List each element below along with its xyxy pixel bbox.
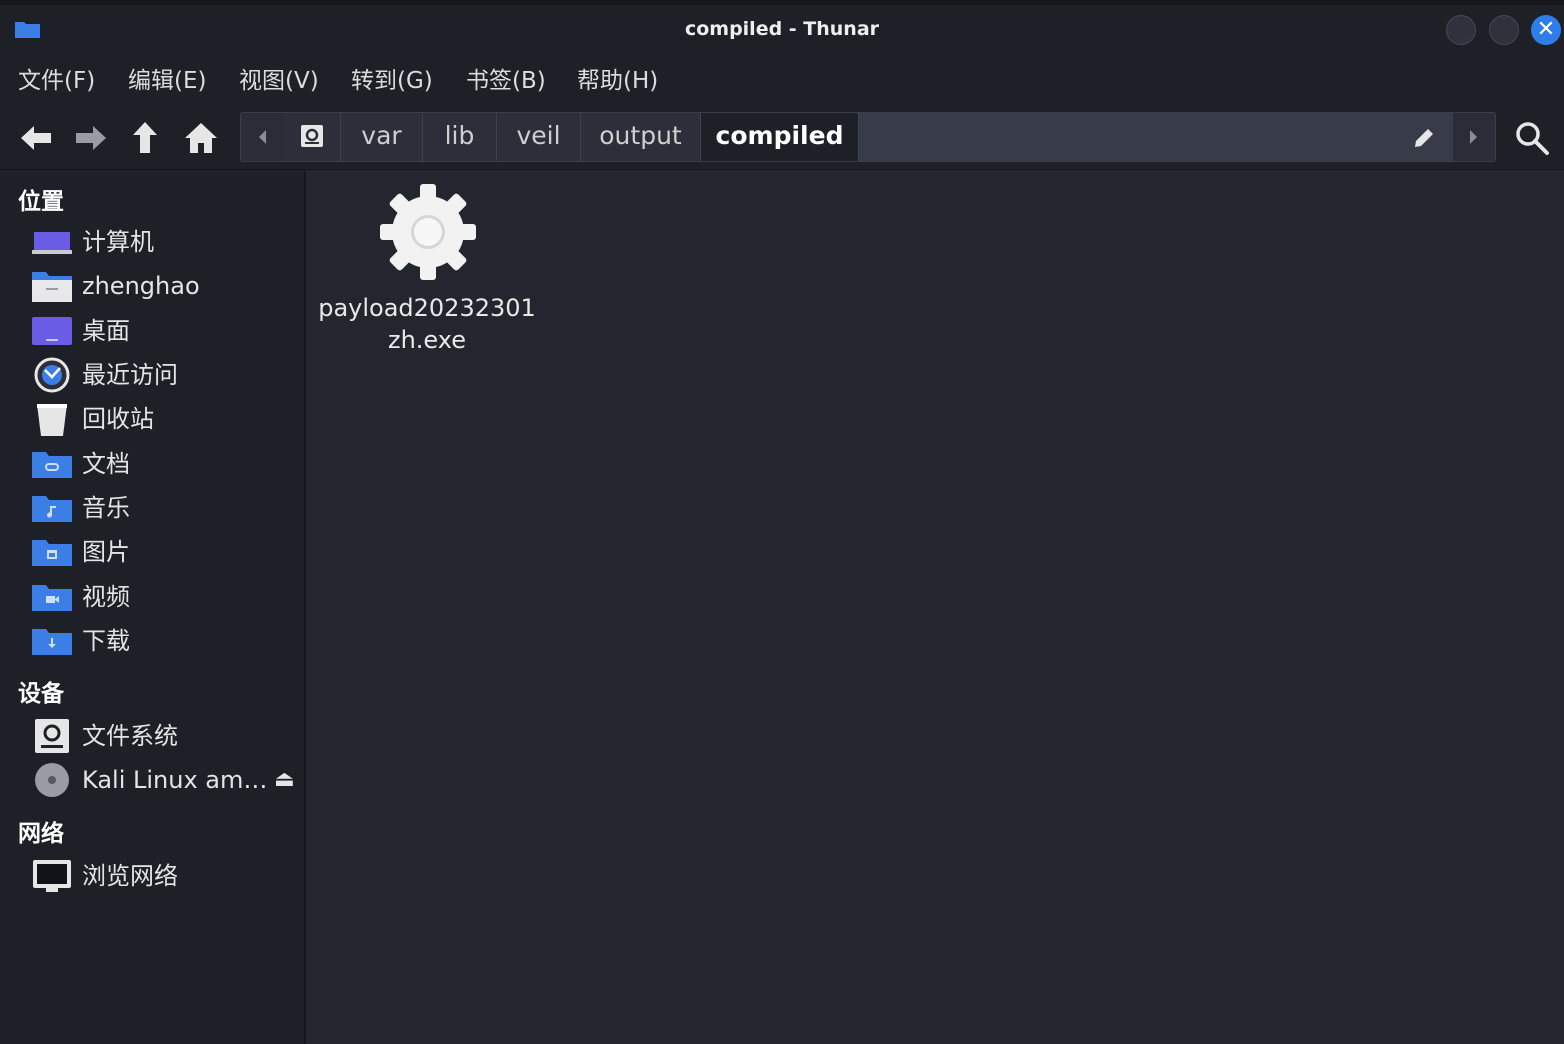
menu-go[interactable]: 转到(G) — [351, 58, 433, 106]
filesystem-root-button[interactable] — [285, 113, 341, 161]
sidebar-item-pictures[interactable]: 图片 — [0, 532, 304, 572]
forward-arrow-icon[interactable] — [71, 118, 111, 158]
edit-pencil-icon[interactable] — [1411, 125, 1437, 151]
close-button[interactable]: ✕ — [1531, 15, 1561, 45]
crumb-var[interactable]: var — [341, 113, 423, 161]
filesystem-drive-icon — [35, 719, 69, 753]
sidebar-item-home[interactable]: zhenghao — [0, 266, 304, 306]
home-folder-icon — [32, 272, 72, 302]
title-bar: compiled - Thunar ✕ — [0, 0, 1564, 58]
videos-folder-icon — [32, 585, 72, 611]
executable-gear-icon — [380, 184, 476, 280]
file-item[interactable]: payload20232301zh.exe — [316, 182, 538, 362]
sidebar-item-kali-disc[interactable]: Kali Linux am… ⏏ — [0, 760, 304, 800]
menu-bookmarks[interactable]: 书签(B) — [466, 58, 546, 106]
recent-clock-icon — [34, 357, 70, 393]
downloads-folder-icon — [32, 629, 72, 655]
sidebar-item-documents[interactable]: 文档 — [0, 444, 304, 484]
sidebar-item-videos[interactable]: 视频 — [0, 577, 304, 617]
menu-bar: 文件(F) 编辑(E) 视图(V) 转到(G) 书签(B) 帮助(H) — [0, 58, 1564, 106]
crumb-veil[interactable]: veil — [497, 113, 581, 161]
optical-disc-icon — [35, 763, 69, 797]
pictures-folder-icon — [32, 540, 72, 566]
file-view[interactable]: payload20232301zh.exe — [306, 170, 1564, 1044]
menu-edit[interactable]: 编辑(E) — [128, 58, 206, 106]
scroll-right-icon[interactable] — [1467, 127, 1481, 147]
section-network: 网络 — [18, 821, 64, 847]
trash-icon — [37, 404, 67, 436]
toolbar: var lib veil output compiled — [0, 106, 1564, 170]
search-icon[interactable] — [1512, 118, 1552, 158]
crumb-output[interactable]: output — [581, 113, 701, 161]
menu-help[interactable]: 帮助(H) — [577, 58, 658, 106]
sidebar-item-recent[interactable]: 最近访问 — [0, 355, 304, 395]
maximize-button[interactable] — [1489, 15, 1519, 45]
up-arrow-icon[interactable] — [125, 118, 165, 158]
section-devices: 设备 — [18, 681, 64, 707]
sidebar-item-filesystem[interactable]: 文件系统 — [0, 716, 304, 756]
desktop-icon — [32, 317, 72, 345]
sidebar-item-music[interactable]: 音乐 — [0, 488, 304, 528]
sidebar: 位置 计算机 zhenghao 桌面 最近访问 回收站 文档 音乐 图片 视频 … — [0, 170, 306, 1044]
back-arrow-icon[interactable] — [16, 118, 56, 158]
file-name: payload20232301zh.exe — [318, 294, 536, 354]
section-places: 位置 — [18, 189, 64, 215]
scroll-left-icon[interactable] — [255, 127, 269, 147]
sidebar-item-downloads[interactable]: 下载 — [0, 621, 304, 661]
sidebar-item-browse-network[interactable]: 浏览网络 — [0, 856, 304, 896]
drive-icon — [301, 125, 323, 147]
path-empty-area[interactable] — [859, 113, 1453, 161]
home-icon[interactable] — [181, 118, 221, 158]
menu-view[interactable]: 视图(V) — [239, 58, 319, 106]
sidebar-item-computer[interactable]: 计算机 — [0, 222, 304, 262]
crumb-lib[interactable]: lib — [423, 113, 497, 161]
crumb-compiled[interactable]: compiled — [701, 113, 859, 161]
documents-folder-icon — [32, 452, 72, 478]
network-monitor-icon — [33, 860, 71, 892]
computer-icon — [32, 232, 72, 254]
music-folder-icon — [32, 496, 72, 522]
menu-file[interactable]: 文件(F) — [18, 58, 95, 106]
eject-icon[interactable]: ⏏ — [274, 760, 295, 800]
sidebar-item-desktop[interactable]: 桌面 — [0, 311, 304, 351]
window-title: compiled - Thunar — [684, 18, 880, 40]
path-bar: var lib veil output compiled — [240, 112, 1496, 162]
sidebar-item-trash[interactable]: 回收站 — [0, 399, 304, 439]
minimize-button[interactable] — [1446, 15, 1476, 45]
